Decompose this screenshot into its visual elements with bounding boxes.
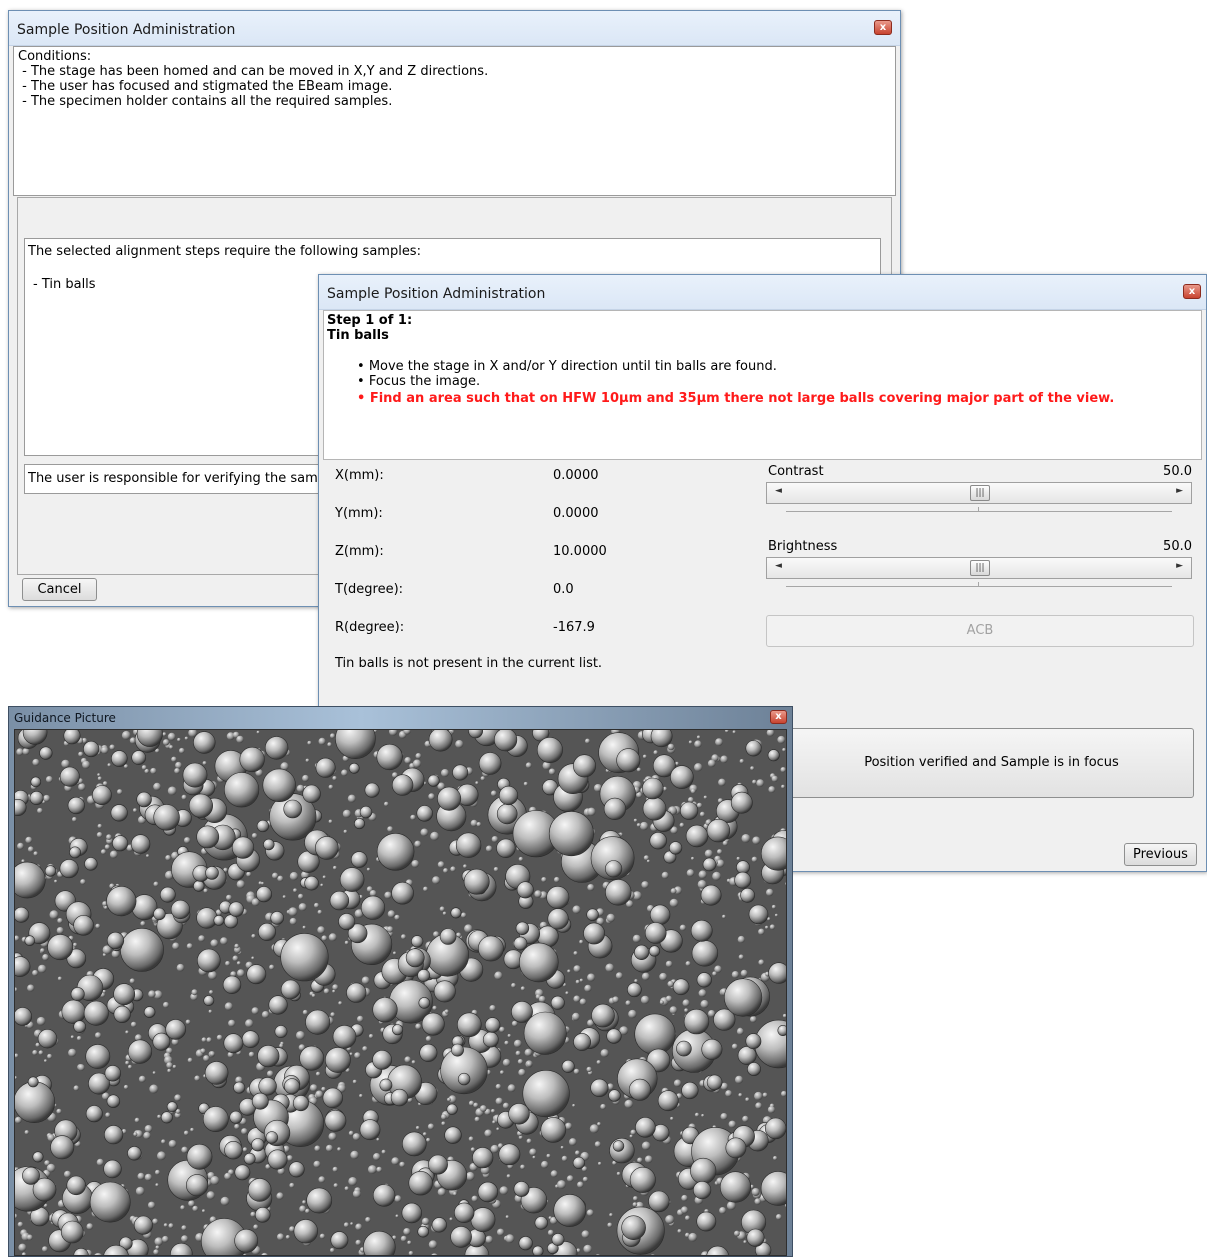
instruction-text: Move the stage in X and/or Y direction u… [368,359,777,374]
contrast-scrollbar[interactable]: ◄ ||| ► [766,482,1192,504]
guidance-window: Guidance Picture x [8,706,793,1257]
instructions-panel: Step 1 of 1: Tin balls • Move the stage … [323,310,1202,460]
guidance-title: Guidance Picture [14,711,116,725]
coord-value-y: 0.0000 [553,506,599,521]
back-dialog-close-icon[interactable]: x [874,20,892,35]
required-samples-heading: The selected alignment steps require the… [28,244,421,259]
brightness-tick-mark [978,582,979,587]
required-sample-item: - Tin balls [33,277,96,292]
coord-label-y: Y(mm): [335,506,383,521]
contrast-thumb[interactable]: ||| [970,485,990,501]
coord-value-z: 10.0000 [553,544,607,559]
brightness-tick-line [786,586,1172,587]
previous-button[interactable]: Previous [1124,843,1197,866]
guidance-close-icon[interactable]: x [770,710,787,724]
back-dialog-title: Sample Position Administration [17,22,236,38]
coord-label-r: R(degree): [335,620,405,635]
position-verified-button[interactable]: Position verified and Sample is in focus [789,728,1194,798]
guidance-image [14,729,787,1256]
tin-balls-image [15,730,786,1255]
condition-line: - The user has focused and stigmated the… [18,79,393,94]
coord-label-x: X(mm): [335,468,384,483]
brightness-thumb[interactable]: ||| [970,560,990,576]
acb-button[interactable]: ACB [766,615,1194,647]
instruction-text: Focus the image. [368,374,481,389]
back-dialog-titlebar: Sample Position Administration x [9,11,900,46]
brightness-scrollbar[interactable]: ◄ ||| ► [766,557,1192,579]
contrast-tick-mark [978,507,979,512]
contrast-value: 50.0 [1163,464,1192,479]
scroll-right-icon[interactable]: ► [1176,561,1183,571]
condition-line: - The stage has been homed and can be mo… [18,64,489,79]
instruction-item: • Focus the image. [357,374,481,389]
guidance-titlebar: Guidance Picture x [9,707,792,729]
scroll-left-icon[interactable]: ◄ [775,486,782,496]
step-label: Step 1 of 1: [327,313,413,328]
responsibility-notice-text: The user is responsible for verifying th… [28,471,327,486]
condition-line: - The specimen holder contains all the r… [18,94,393,109]
brightness-label: Brightness [768,539,838,554]
coord-label-z: Z(mm): [335,544,384,559]
front-dialog-title: Sample Position Administration [327,286,546,302]
coord-value-t: 0.0 [553,582,574,597]
contrast-label: Contrast [768,464,824,479]
front-dialog-titlebar: Sample Position Administration x [319,275,1206,310]
front-dialog-close-icon[interactable]: x [1183,284,1201,299]
conditions-heading: Conditions: [18,49,92,64]
brightness-value: 50.0 [1163,539,1192,554]
coord-value-x: 0.0000 [553,468,599,483]
warning-item: • Find an area such that on HFW 10µm and… [357,391,1115,406]
scroll-left-icon[interactable]: ◄ [775,561,782,571]
coord-value-r: -167.9 [553,620,595,635]
status-message: Tin balls is not present in the current … [335,656,603,671]
coord-label-t: T(degree): [335,582,404,597]
instruction-item: • Move the stage in X and/or Y direction… [357,359,777,374]
contrast-tick-line [786,511,1172,512]
stage-coordinates: X(mm): 0.0000 Y(mm): 0.0000 Z(mm): 10.00… [335,465,755,695]
warning-text: Find an area such that on HFW 10µm and 3… [369,391,1115,406]
cancel-button[interactable]: Cancel [22,578,97,601]
conditions-panel: Conditions: - The stage has been homed a… [13,46,896,196]
scroll-right-icon[interactable]: ► [1176,486,1183,496]
step-name: Tin balls [327,328,389,343]
